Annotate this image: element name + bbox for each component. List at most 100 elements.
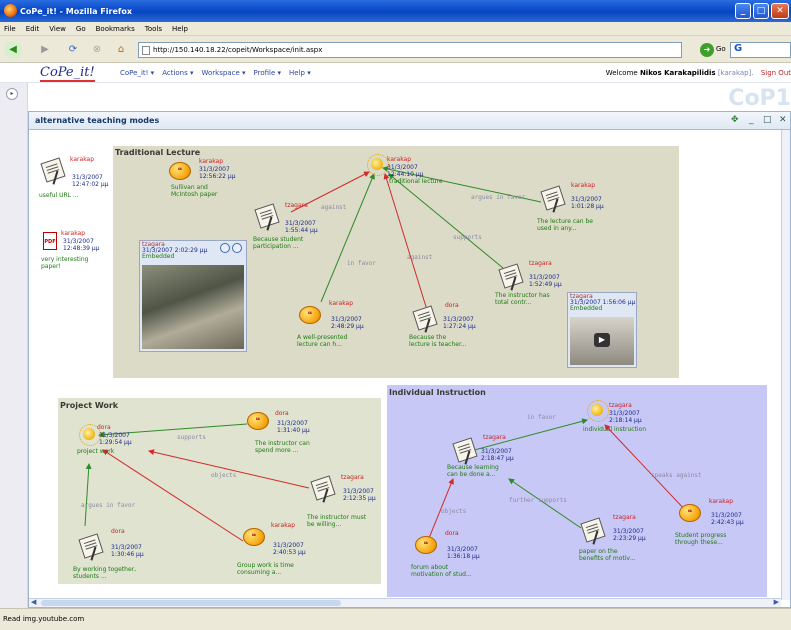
- home-icon[interactable]: ⌂: [112, 41, 130, 59]
- menu-view[interactable]: View: [49, 25, 66, 33]
- node-date: 31/3/2007: [199, 166, 230, 173]
- workspace-minimize-icon[interactable]: _: [749, 115, 754, 125]
- link-against-2: [383, 173, 428, 311]
- node-caption: Because student participation ...: [253, 236, 304, 250]
- workspace-close-icon[interactable]: ✕: [779, 115, 787, 125]
- node-caption: By working together, students ...: [73, 566, 137, 580]
- node-user: tzagara: [609, 402, 632, 409]
- workspace-title: alternative teaching modes: [35, 116, 160, 125]
- app-menu-profile[interactable]: Profile ▾: [254, 69, 282, 77]
- node-date: 31/3/2007: [711, 512, 742, 519]
- link-label-in-favor-1: in favor: [347, 260, 376, 267]
- firefox-icon: [4, 4, 17, 17]
- app-menu-workspace[interactable]: Workspace ▾: [202, 69, 246, 77]
- forward-icon[interactable]: ▶: [36, 41, 54, 59]
- node-caption: paper on the benefits of motiv...: [579, 548, 636, 562]
- link-in-favor-1: [320, 173, 375, 303]
- move-icon[interactable]: ✥: [731, 115, 739, 125]
- expand-panel-icon[interactable]: ▸: [6, 88, 18, 100]
- scrollbar-thumb[interactable]: [41, 600, 341, 606]
- node-date: 31/3/2007: [571, 196, 602, 203]
- link-label-further-supports-1: further supports: [509, 497, 567, 504]
- node-caption: The lecture can be used in any...: [537, 218, 593, 232]
- app-menu-copeit[interactable]: CoPe_it! ▾: [120, 69, 154, 77]
- brand-band: CoP1: [28, 83, 791, 111]
- node-user: karakap: [571, 182, 596, 189]
- workspace-titlebar: alternative teaching modes ✥ _ □ ✕: [29, 112, 790, 130]
- embedded-video-1[interactable]: tzagara 31/3/2007 2:02:29 μμ Embedded: [139, 240, 247, 352]
- menu-go[interactable]: Go: [76, 25, 86, 33]
- horizontal-scrollbar[interactable]: ◀ ▶: [29, 598, 781, 607]
- close-button[interactable]: ✕: [771, 3, 789, 19]
- idea-bulb-icon: [587, 400, 609, 422]
- node-time: 1:55:44 μμ: [285, 227, 318, 234]
- node-user: karakap: [70, 156, 95, 163]
- node-caption: The instructor has total contr...: [495, 292, 550, 306]
- minimize-button[interactable]: _: [735, 3, 751, 19]
- node-date: 31/3/2007: [613, 528, 644, 535]
- node-date: 31/3/2007: [99, 432, 130, 439]
- node-user: karakap: [199, 158, 224, 165]
- node-user: tzagara: [483, 434, 506, 441]
- embedded-video-2[interactable]: tzagara 31/3/2007 1:56:06 μμ Embedded ▶: [567, 292, 637, 368]
- brand-watermark: CoP1: [728, 86, 791, 111]
- app-menu-actions[interactable]: Actions ▾: [162, 69, 193, 77]
- comment-bubble-icon: ❝: [299, 306, 321, 324]
- play-icon[interactable]: ▶: [594, 333, 610, 347]
- menu-bookmarks[interactable]: Bookmarks: [96, 25, 135, 33]
- go-button-label[interactable]: Go: [716, 45, 726, 53]
- node-time: 1:36:18 μμ: [447, 553, 480, 560]
- url-input[interactable]: http://150.140.18.22/copeit/Workspace/in…: [138, 42, 682, 58]
- user-login: [karakap].: [717, 69, 754, 77]
- app-logo[interactable]: CoPe_it!: [40, 65, 95, 82]
- comment-bubble-icon: ❝: [415, 536, 437, 554]
- menu-edit[interactable]: Edit: [26, 25, 40, 33]
- menu-file[interactable]: File: [4, 25, 16, 33]
- search-input[interactable]: G: [730, 42, 791, 58]
- back-icon[interactable]: ◀: [4, 41, 22, 59]
- scroll-right-icon[interactable]: ▶: [774, 598, 779, 606]
- workspace-restore-icon[interactable]: □: [763, 115, 772, 125]
- node-time: 1:27:24 μμ: [443, 323, 476, 330]
- scroll-left-icon[interactable]: ◀: [31, 598, 36, 606]
- go-icon[interactable]: ➜: [700, 43, 714, 57]
- zoom-out-icon[interactable]: [232, 243, 242, 253]
- node-user: tzagara: [285, 202, 308, 209]
- node-caption: The instructor can spend more ...: [255, 440, 310, 454]
- node-date: 31/3/2007: [63, 238, 94, 245]
- link-label-in-favor-2: in favor: [527, 414, 556, 421]
- node-time: 1:31:40 μμ: [277, 427, 310, 434]
- node-caption: Student progress through these...: [675, 532, 727, 546]
- node-date: 31/3/2007: [273, 542, 304, 549]
- node-caption: Because learning can be done a...: [447, 464, 499, 478]
- node-time: 1:30:46 μμ: [111, 551, 144, 558]
- comment-bubble-icon: ❝: [169, 162, 191, 180]
- menu-help[interactable]: Help: [172, 25, 188, 33]
- maximize-button[interactable]: □: [753, 3, 769, 19]
- node-caption: A well-presented lecture can h...: [297, 334, 348, 348]
- node-user: karakap: [387, 156, 412, 163]
- video-thumbnail[interactable]: ▶: [570, 317, 634, 365]
- app-menu-help[interactable]: Help ▾: [289, 69, 311, 77]
- sign-out-link[interactable]: Sign Out: [761, 69, 791, 77]
- node-time: 1:29:54 μμ: [99, 439, 132, 446]
- node-time: 12:48:39 μμ: [63, 245, 100, 252]
- pdf-icon: PDF: [43, 232, 57, 250]
- node-user: dora: [111, 528, 125, 535]
- embed-header: tzagara 31/3/2007 2:02:29 μμ Embedded: [142, 242, 207, 260]
- video-thumbnail[interactable]: [142, 265, 244, 349]
- vertical-scrollbar[interactable]: [781, 130, 790, 600]
- node-caption: traditional lecture: [389, 178, 443, 185]
- zoom-in-icon[interactable]: [220, 243, 230, 253]
- node-date: 31/3/2007: [277, 420, 308, 427]
- window-titlebar: CoPe_it! - Mozilla Firefox _ □ ✕: [0, 0, 791, 22]
- node-time: 2:18:47 μμ: [481, 455, 514, 462]
- node-time: 12:47:02 μμ: [72, 181, 109, 188]
- navigation-toolbar: ◀ ▶ ⟳ ⊗ ⌂ http://150.140.18.22/copeit/Wo…: [0, 37, 791, 63]
- status-text: Read img.youtube.com: [3, 615, 85, 623]
- reload-icon[interactable]: ⟳: [64, 41, 82, 59]
- menu-tools[interactable]: Tools: [145, 25, 162, 33]
- node-user: dora: [445, 302, 459, 309]
- stop-icon[interactable]: ⊗: [88, 41, 106, 59]
- node-date: 31/3/2007: [285, 220, 316, 227]
